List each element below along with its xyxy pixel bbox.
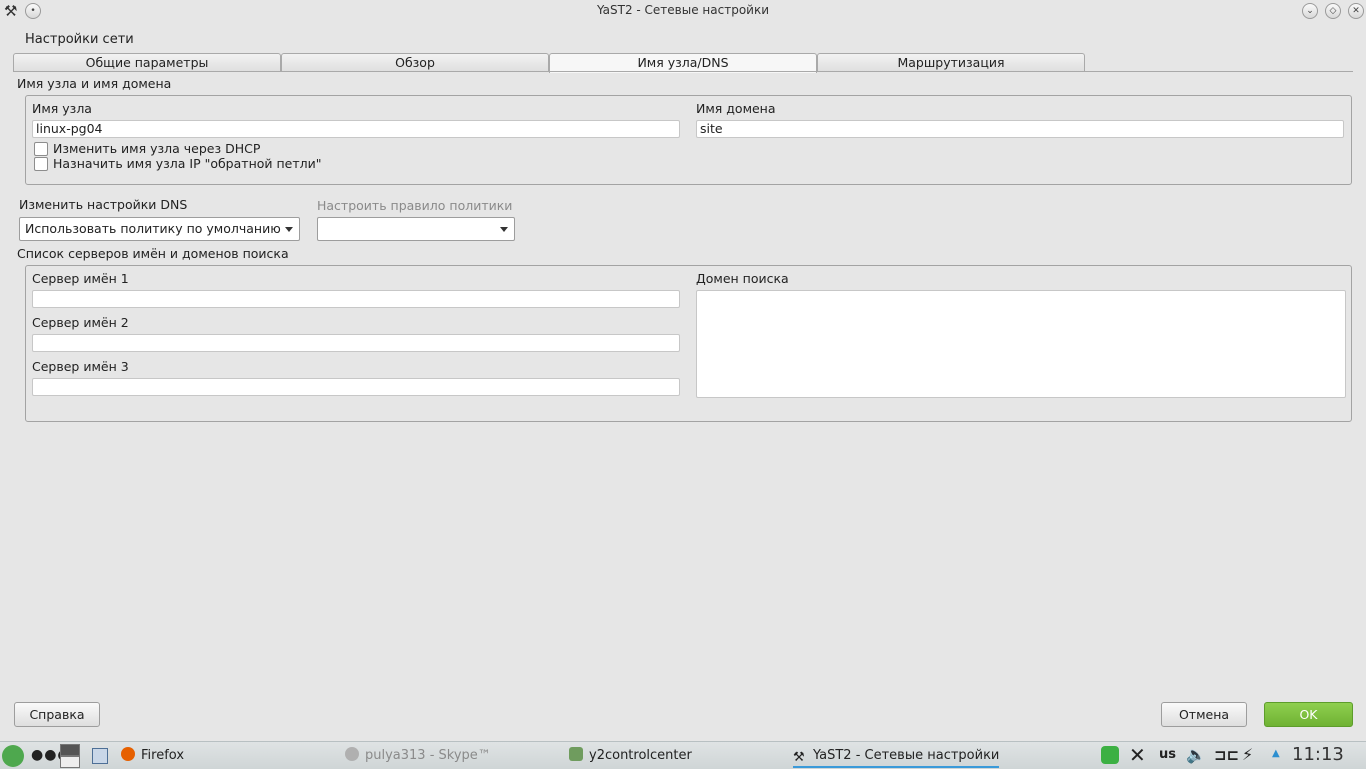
page-title: Настройки сети: [25, 32, 134, 47]
hostname-group-title: Имя узла и имя домена: [17, 76, 172, 91]
tab-hostname-dns-label: Имя узла/DNS: [637, 55, 729, 70]
connection-icon[interactable]: ⊐⊏: [1214, 746, 1239, 764]
cancel-button[interactable]: Отмена: [1161, 702, 1247, 727]
domain-label: Имя домена: [696, 101, 776, 116]
dhcp-hostname-label: Изменить имя узла через DHCP: [53, 141, 261, 156]
desktop2-icon[interactable]: [60, 756, 80, 768]
dns-settings-label: Изменить настройки DNS: [19, 197, 188, 212]
task-controlcenter[interactable]: y2controlcenter: [569, 746, 692, 766]
desktop1-icon[interactable]: [60, 744, 80, 756]
updater-icon[interactable]: [1101, 746, 1119, 764]
clock[interactable]: 11:13: [1292, 744, 1344, 765]
window-titlebar[interactable]: ⚒ • YaST2 - Сетевые настройки ⌄ ◇ ✕: [0, 0, 1366, 22]
power-plug-icon[interactable]: ⚡: [1242, 745, 1253, 764]
loopback-ip-checkbox[interactable]: [34, 157, 48, 171]
tab-hostname-dns[interactable]: Имя узла/DNS: [549, 53, 817, 73]
maximize-icon[interactable]: ◇: [1325, 3, 1341, 19]
task-yast[interactable]: ⚒ YaST2 - Сетевые настройки: [793, 746, 1000, 768]
task-firefox-label: Firefox: [141, 748, 185, 763]
servers-group-title: Список серверов имён и доменов поиска: [17, 246, 289, 261]
nameserver2-label: Сервер имён 2: [32, 315, 129, 330]
loopback-ip-label: Назначить имя узла IP "обратной петли": [53, 156, 322, 171]
network-icon[interactable]: ✕: [1129, 743, 1146, 767]
nameserver2-input[interactable]: [32, 334, 680, 352]
nameserver3-input[interactable]: [32, 378, 680, 396]
hostname-label: Имя узла: [32, 101, 92, 116]
task-firefox[interactable]: Firefox: [121, 746, 184, 766]
dns-policy-value: Использовать политику по умолчанию: [25, 221, 281, 236]
dhcp-hostname-checkbox[interactable]: [34, 142, 48, 156]
task-controlcenter-label: y2controlcenter: [589, 748, 692, 763]
task-yast-label: YaST2 - Сетевые настройки: [813, 748, 1000, 763]
task-skype[interactable]: pulya313 - Skype™: [345, 746, 491, 766]
tab-divider: [13, 71, 1353, 72]
tab-general[interactable]: Общие параметры: [13, 53, 281, 72]
minimize-icon[interactable]: ⌄: [1302, 3, 1318, 19]
hostname-input[interactable]: linux-pg04: [32, 120, 680, 138]
controlcenter-icon: [569, 747, 583, 761]
chevron-down-icon: [500, 227, 508, 232]
keyboard-layout[interactable]: us: [1159, 747, 1176, 762]
help-button[interactable]: Справка: [14, 702, 100, 727]
window-title: YaST2 - Сетевые настройки: [596, 3, 770, 17]
tab-overview[interactable]: Обзор: [281, 53, 549, 72]
taskbar: ●●● Firefox pulya313 - Skype™ y2controlc…: [0, 741, 1366, 769]
nameserver3-label: Сервер имён 3: [32, 359, 129, 374]
tray-expand-icon[interactable]: ▲: [1272, 748, 1280, 759]
dns-policy-select[interactable]: Использовать политику по умолчанию: [19, 217, 300, 241]
policy-rule-label: Настроить правило политики: [317, 198, 513, 213]
file-manager-icon[interactable]: [92, 748, 108, 764]
nameserver1-label: Сервер имён 1: [32, 271, 129, 286]
app-launcher-icon[interactable]: [2, 745, 24, 767]
search-domain-textarea[interactable]: [696, 290, 1346, 398]
domain-input[interactable]: site: [696, 120, 1344, 138]
tab-routing[interactable]: Маршрутизация: [817, 53, 1085, 72]
nameserver1-input[interactable]: [32, 290, 680, 308]
chevron-down-icon: [285, 227, 293, 232]
yast-icon: ⚒: [793, 750, 805, 765]
policy-rule-select[interactable]: [317, 217, 515, 241]
skype-icon: [345, 747, 359, 761]
firefox-icon: [121, 747, 135, 761]
task-skype-label: pulya313 - Skype™: [365, 748, 491, 763]
ok-button[interactable]: OK: [1264, 702, 1353, 727]
search-domain-label: Домен поиска: [696, 271, 789, 286]
close-icon[interactable]: ✕: [1348, 3, 1364, 19]
hostname-group: [25, 95, 1352, 185]
volume-icon[interactable]: 🔈: [1186, 745, 1206, 764]
